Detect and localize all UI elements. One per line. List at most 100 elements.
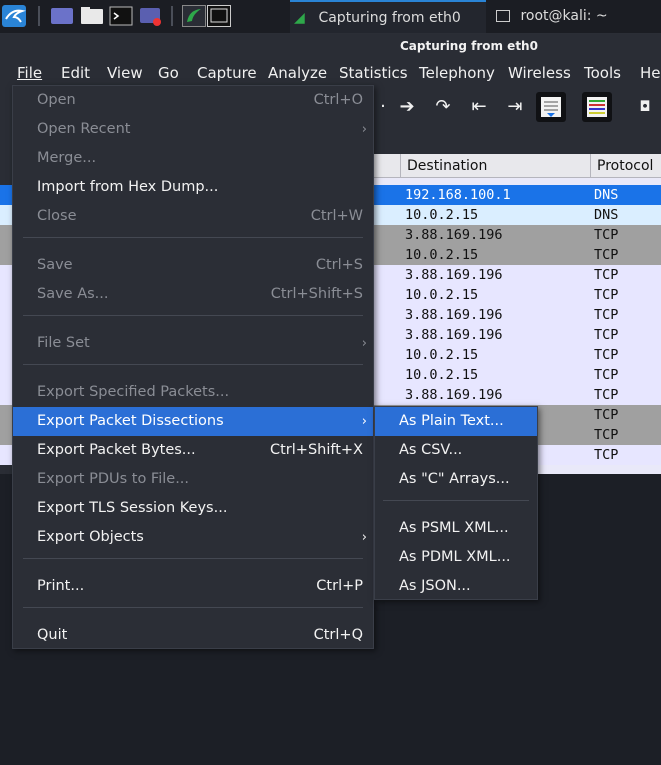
menu-item-merge[interactable]: Merge... [13,144,373,173]
table-row[interactable]: 3.88.169.196 TCP [370,265,661,285]
wireshark-task-icon: ◢ [294,10,305,26]
menu-wireless[interactable]: Wireless [508,60,571,86]
menu-item-label: Export PDUs to File... [37,471,190,487]
chevron-right-icon: › [361,414,367,429]
menu-item-save-as[interactable]: Save As... Ctrl+Shift+S [13,280,373,309]
submenu-item-label: As JSON... [399,578,471,594]
table-row[interactable]: 3.88.169.196 TCP [370,225,661,245]
last-packet-icon[interactable]: ⇥ [502,94,528,120]
submenu-item-csv[interactable]: As CSV... [375,436,537,465]
colorize-icon[interactable] [582,92,612,122]
file-manager-icon[interactable] [80,5,104,27]
task-label: root@kali: ~ [520,8,608,24]
table-row[interactable]: 10.0.2.15 TCP [370,285,661,305]
menu-statistics[interactable]: Statistics [339,60,408,86]
menu-analyze[interactable]: Analyze [268,60,327,86]
submenu-item-label: As PSML XML... [399,520,509,536]
menu-item-export-packet-dissections[interactable]: Export Packet Dissections › [13,407,373,436]
kali-menu-icon[interactable] [2,5,26,27]
terminal-icon[interactable] [109,5,133,27]
menu-item-open[interactable]: Open Ctrl+O [13,86,373,115]
menu-tools[interactable]: Tools [584,60,621,86]
menu-separator [23,607,363,608]
menu-item-export-specified-packets[interactable]: Export Specified Packets... [13,378,373,407]
cell-protocol: TCP [594,407,619,423]
menu-item-shortcut: Ctrl+P [316,578,363,594]
table-row[interactable]: 10.0.2.15 DNS [370,205,661,225]
wireshark-icon[interactable] [182,5,206,27]
zoom-in-icon[interactable]: ◘ [632,94,658,120]
menu-item-save[interactable]: Save Ctrl+S [13,251,373,280]
menubar: File Edit View Go Capture Analyze Statis… [0,60,661,86]
menu-item-label: Open Recent [37,121,131,137]
menu-item-export-packet-bytes[interactable]: Export Packet Bytes... Ctrl+Shift+X [13,436,373,465]
menu-help[interactable]: Hel [640,60,661,86]
menu-item-import-hex-dump[interactable]: Import from Hex Dump... [13,173,373,202]
column-destination[interactable]: Destination [400,154,590,178]
menu-item-export-tls-keys[interactable]: Export TLS Session Keys... [13,494,373,523]
menu-item-label: Export Objects [37,529,144,545]
terminal-window-icon[interactable] [207,5,231,27]
menu-item-export-pdus[interactable]: Export PDUs to File... [13,465,373,494]
menu-item-shortcut: Ctrl+Q [313,627,363,643]
cell-protocol: TCP [594,327,619,343]
submenu-item-label: As CSV... [399,442,463,458]
menu-item-close[interactable]: Close Ctrl+W [13,202,373,231]
submenu-item-plain-text[interactable]: As Plain Text... [375,407,537,436]
table-row[interactable]: 192.168.100.1 DNS [370,185,661,205]
cell-destination: 3.88.169.196 [405,307,503,323]
window-title: Capturing from eth0 [400,39,538,53]
table-row[interactable]: 3.88.169.196 TCP [370,325,661,345]
menu-separator [23,558,363,559]
menu-item-label: Save As... [37,286,109,302]
chevron-right-icon: › [361,530,367,545]
screen-recorder-icon[interactable] [139,5,163,27]
table-row[interactable]: 3.88.169.196 TCP [370,385,661,405]
menu-item-quit[interactable]: Quit Ctrl+Q [13,621,373,650]
autoscroll-icon[interactable] [536,92,566,122]
menu-file[interactable]: File [17,60,42,86]
menu-item-label: Export TLS Session Keys... [37,500,228,516]
menu-item-file-set[interactable]: File Set › [13,329,373,358]
menu-item-label: Print... [37,578,85,594]
menu-item-open-recent[interactable]: Open Recent › [13,115,373,144]
menu-item-label: Open [37,92,76,108]
table-row[interactable]: 3.88.169.196 TCP [370,305,661,325]
cell-protocol: TCP [594,347,619,363]
menu-capture[interactable]: Capture [197,60,257,86]
column-protocol[interactable]: Protocol [590,154,661,178]
go-to-packet-icon[interactable]: ↷ [430,94,456,120]
cell-destination: 3.88.169.196 [405,227,503,243]
cell-protocol: DNS [594,207,619,223]
terminal-task-icon [496,10,510,22]
menu-view[interactable]: View [107,60,143,86]
menu-separator [23,237,363,238]
submenu-item-pdml-xml[interactable]: As PDML XML... [375,543,537,572]
taskbar-separator [171,6,173,26]
table-row[interactable]: 10.0.2.15 TCP [370,345,661,365]
menu-telephony[interactable]: Telephony [419,60,495,86]
go-forward-icon[interactable]: ➔ [394,94,420,120]
task-wireshark[interactable]: ◢ Capturing from eth0 [290,0,486,33]
menu-item-export-objects[interactable]: Export Objects › [13,523,373,552]
submenu-item-c-arrays[interactable]: As "C" Arrays... [375,465,537,494]
export-dissections-submenu: As Plain Text... As CSV... As "C" Arrays… [374,406,538,600]
submenu-item-psml-xml[interactable]: As PSML XML... [375,514,537,543]
taskbar: ◢ Capturing from eth0 root@kali: ~ [0,0,661,34]
menu-item-print[interactable]: Print... Ctrl+P [13,572,373,601]
desktop-icon[interactable] [50,5,74,27]
submenu-item-json[interactable]: As JSON... [375,572,537,601]
table-row[interactable]: 10.0.2.15 TCP [370,365,661,385]
menu-edit[interactable]: Edit [61,60,90,86]
submenu-item-label: As Plain Text... [399,413,504,429]
cell-protocol: TCP [594,447,619,463]
packet-list-header: Destination Protocol [370,154,661,178]
menu-go[interactable]: Go [158,60,179,86]
cell-destination: 192.168.100.1 [405,187,511,203]
task-terminal[interactable]: root@kali: ~ [490,0,661,33]
cell-destination: 10.0.2.15 [405,347,479,363]
file-menu-dropdown: Open Ctrl+O Open Recent › Merge... Impor… [12,85,374,649]
first-packet-icon[interactable]: ⇤ [466,94,492,120]
table-row[interactable]: 10.0.2.15 TCP [370,245,661,265]
cell-protocol: TCP [594,227,619,243]
